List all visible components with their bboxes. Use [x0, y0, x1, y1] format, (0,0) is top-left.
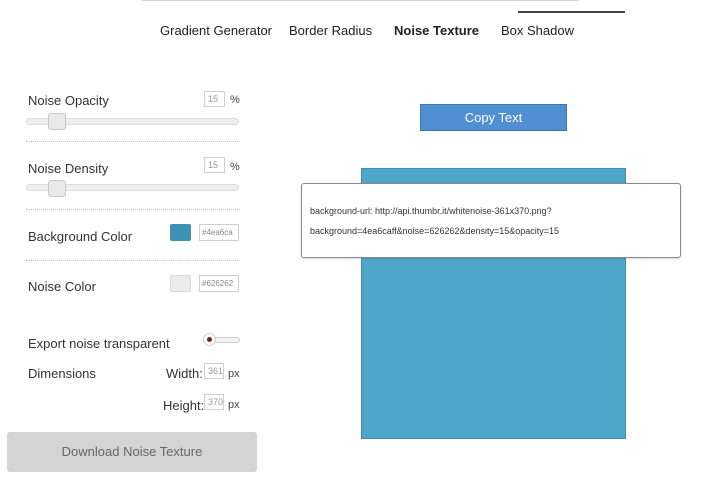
height-label: Height:: [163, 398, 205, 413]
background-color-swatch[interactable]: [170, 224, 191, 241]
divider: [26, 209, 240, 210]
copy-text-button[interactable]: Copy Text: [420, 104, 567, 131]
export-transparent-toggle-knob[interactable]: [203, 333, 216, 346]
css-output-line: background-url: http://api.thumbr.it/whi…: [310, 206, 552, 216]
width-unit: px: [228, 368, 240, 380]
css-output-line: background=4ea6caff&noise=626262&density…: [310, 226, 560, 236]
active-tab-indicator: [518, 11, 625, 13]
noise-color-input[interactable]: #626262: [199, 275, 239, 292]
width-input[interactable]: 361: [204, 363, 224, 379]
export-transparent-label: Export noise transparent: [28, 336, 170, 351]
height-unit: px: [228, 399, 240, 411]
width-label: Width:: [166, 366, 203, 381]
divider: [26, 260, 240, 261]
noise-opacity-label: Noise Opacity: [28, 93, 109, 108]
noise-color-label: Noise Color: [28, 279, 96, 294]
dimensions-label: Dimensions: [28, 366, 96, 381]
divider: [26, 141, 240, 142]
tab-box-shadow[interactable]: Box Shadow: [501, 23, 574, 38]
noise-color-swatch[interactable]: [170, 275, 191, 292]
noise-opacity-unit: %: [230, 94, 240, 106]
noise-density-unit: %: [230, 161, 240, 173]
height-input[interactable]: 370: [204, 394, 224, 410]
tab-border-radius[interactable]: Border Radius: [289, 23, 372, 38]
noise-density-label: Noise Density: [28, 161, 109, 176]
download-noise-texture-button[interactable]: Download Noise Texture: [7, 432, 257, 472]
tab-bar: Gradient Generator Border Radius Noise T…: [142, 0, 625, 45]
css-output-box[interactable]: background-url: http://api.thumbr.it/whi…: [301, 183, 681, 258]
tab-noise-texture[interactable]: Noise Texture: [394, 23, 479, 38]
noise-opacity-slider-thumb[interactable]: [48, 113, 66, 130]
noise-density-input[interactable]: 15: [204, 157, 225, 173]
background-color-input[interactable]: #4ea6ca: [199, 224, 239, 241]
tab-gradient-generator[interactable]: Gradient Generator: [160, 23, 272, 38]
noise-density-slider-thumb[interactable]: [48, 180, 66, 197]
noise-opacity-input[interactable]: 15: [204, 91, 225, 107]
background-color-label: Background Color: [28, 229, 133, 244]
